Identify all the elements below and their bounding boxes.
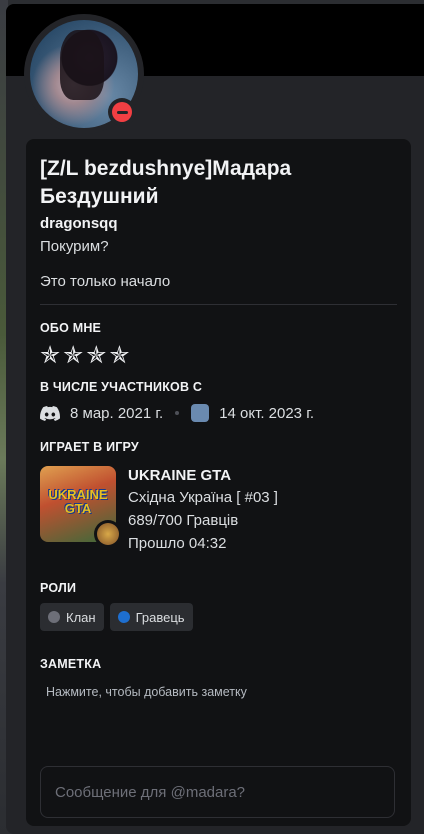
note-title: ЗАМЕТКА	[40, 657, 102, 671]
role-pill[interactable]: Гравець	[109, 603, 193, 631]
divider	[40, 304, 397, 305]
game-art-logo: UKRAINE GTA	[48, 487, 108, 516]
role-label: Гравець	[135, 609, 185, 625]
about-me-title: ОБО МНЕ	[40, 321, 102, 335]
game-art-image[interactable]: UKRAINE GTA	[40, 466, 122, 548]
role-color-dot	[117, 611, 130, 623]
role-label: Клан	[66, 609, 96, 625]
game-details: Східна Україна [ #03 ]	[128, 489, 278, 506]
dnd-status-icon	[112, 102, 132, 122]
member-since-title: В ЧИСЛЕ УЧАСТНИКОВ С	[40, 380, 203, 394]
roles-title: РОЛИ	[40, 581, 77, 595]
profile-card: [Z/L bezdushnye]Мадара Бездушний dragons…	[26, 139, 411, 826]
game-name: UKRAINE GTA	[128, 467, 232, 484]
game-small-icon	[94, 520, 122, 548]
about-me-text: ✯✯✯✯	[40, 342, 133, 369]
status-indicator	[108, 98, 136, 126]
note-input[interactable]: Нажмите, чтобы добавить заметку	[40, 685, 397, 699]
game-elapsed: Прошло 04:32	[128, 535, 227, 552]
user-profile-popout: [Z/L bezdushnye]Мадара Бездушний dragons…	[6, 4, 424, 834]
display-name: [Z/L bezdushnye]Мадара Бездушний	[40, 157, 292, 208]
role-pill[interactable]: Клан	[40, 603, 104, 631]
roles-list: Клан Гравець	[40, 603, 397, 631]
discord-icon	[40, 405, 60, 421]
discord-member-date: 8 мар. 2021 г.	[70, 404, 164, 422]
activity-info: UKRAINE GTA Східна Україна [ #03 ] 689/7…	[128, 466, 278, 555]
activity-title: ИГРАЕТ В ИГРУ	[40, 440, 139, 454]
message-input[interactable]	[55, 783, 394, 801]
game-state: 689/700 Гравців	[128, 512, 239, 529]
server-icon	[191, 404, 210, 422]
activity-row: UKRAINE GTA UKRAINE GTA Східна Україна […	[40, 466, 397, 555]
member-since-row: 8 мар. 2021 г. 14 окт. 2023 г.	[40, 404, 397, 422]
server-member-date: 14 окт. 2023 г.	[219, 404, 314, 422]
separator-dot	[175, 411, 180, 415]
message-box[interactable]	[40, 766, 395, 818]
pronouns: Покурим?	[40, 238, 109, 255]
custom-status: Это только начало	[40, 273, 171, 290]
role-color-dot	[48, 611, 60, 623]
username[interactable]: dragonsqq	[40, 215, 397, 232]
